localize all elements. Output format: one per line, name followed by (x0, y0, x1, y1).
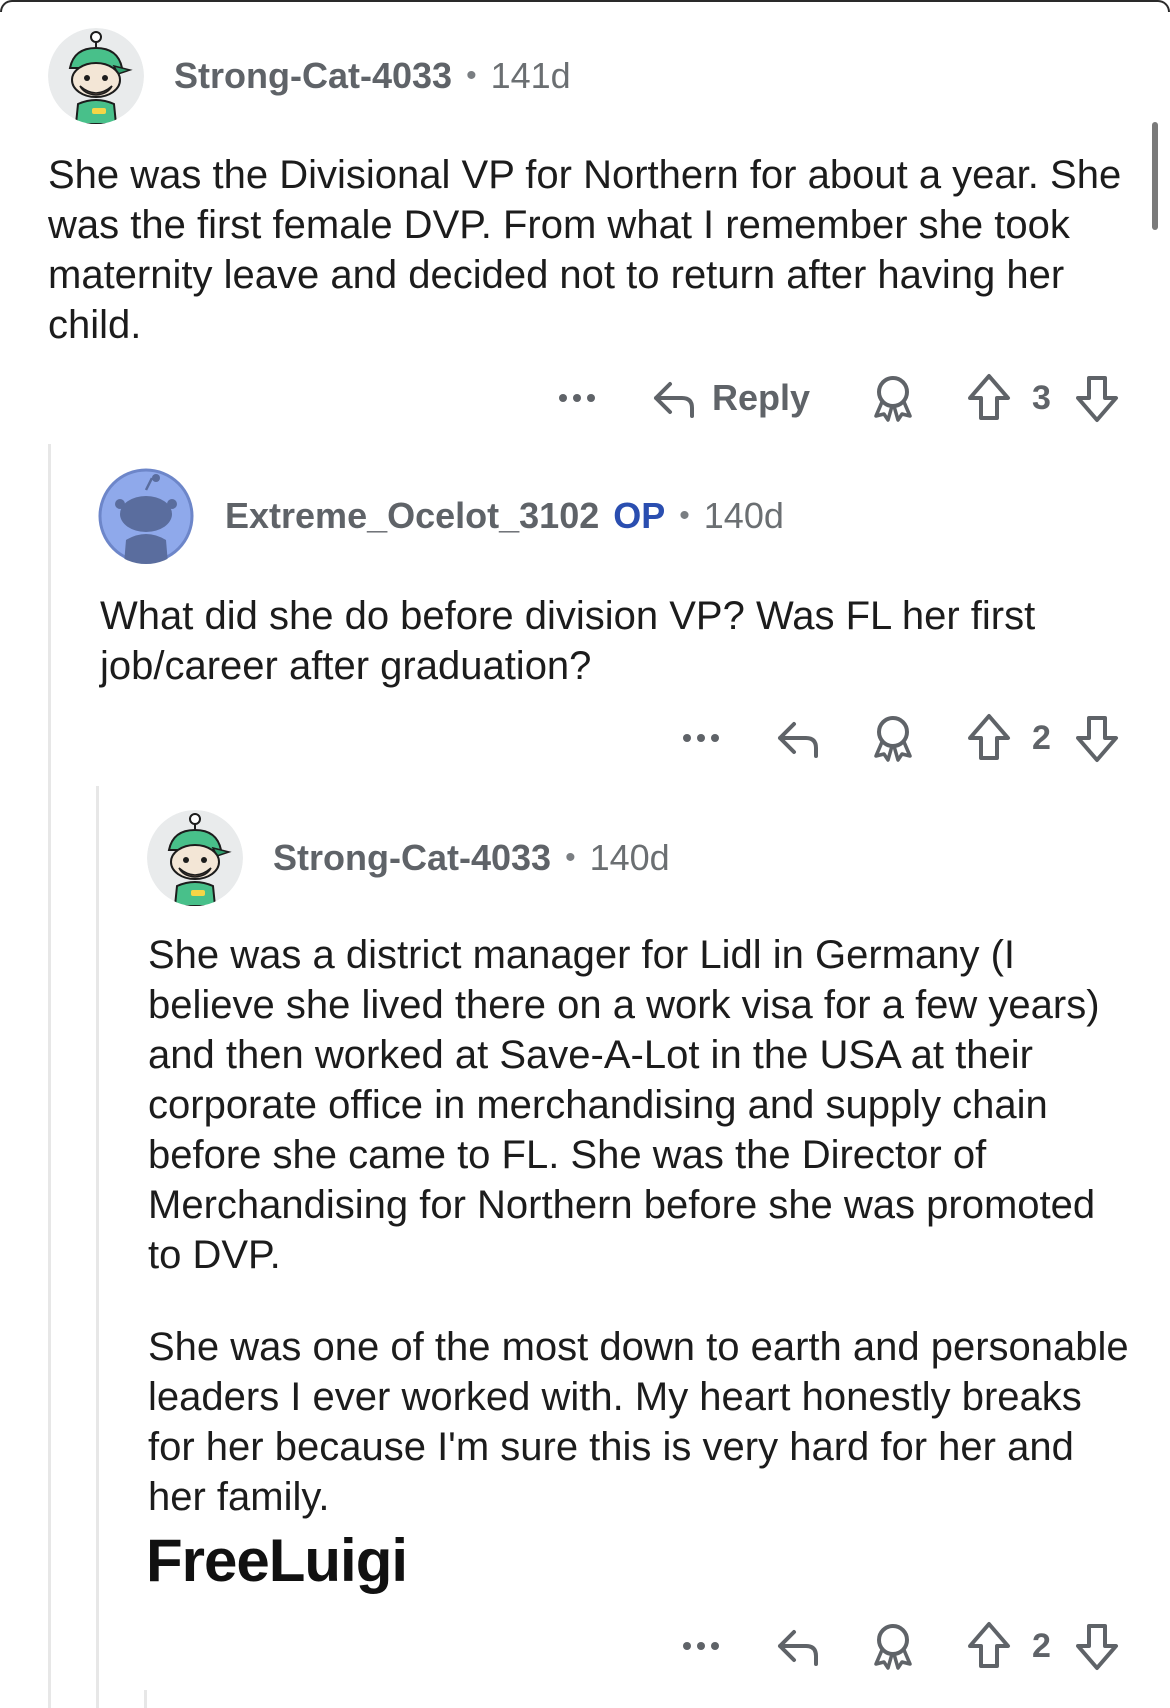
more-options-button[interactable] (680, 708, 722, 768)
reply-arrow-icon (778, 722, 818, 758)
thread-line-level-1[interactable] (48, 444, 51, 1708)
award-icon (874, 1624, 912, 1670)
comment-body: She was a district manager for Lidl in G… (148, 930, 1138, 1522)
vote-score: 2 (1032, 1616, 1051, 1676)
thread-line-level-3[interactable] (144, 1690, 147, 1708)
op-badge: OP (613, 495, 666, 536)
comment-actions: Reply 3 (0, 368, 1170, 428)
comment-actions: 2 (0, 708, 1170, 768)
scrollbar-thumb[interactable] (1152, 122, 1158, 230)
downvote-arrow-icon (1076, 716, 1118, 762)
comment-paragraph: She was one of the most down to earth an… (148, 1325, 1129, 1519)
reply-button[interactable]: Reply (650, 368, 810, 428)
comment-body: What did she do before division VP? Was … (100, 591, 1140, 691)
thread-line-level-2[interactable] (96, 786, 99, 1708)
comment-body: She was the Divisional VP for Northern f… (48, 150, 1138, 350)
upvote-arrow-icon (968, 714, 1010, 760)
comment-actions: 2 (0, 1616, 1170, 1676)
snoo-avatar-icon (147, 810, 243, 906)
comment-meta: Extreme_Ocelot_3102 OP • 140d (225, 492, 784, 540)
comment-paragraph: She was the Divisional VP for Northern f… (48, 153, 1122, 347)
screen-frame-edge (0, 0, 1170, 12)
more-dots-icon (683, 1642, 719, 1650)
snoo-green-cap-avatar[interactable] (147, 810, 243, 906)
upvote-button[interactable] (966, 368, 1012, 428)
upvote-arrow-icon (968, 374, 1010, 420)
downvote-button[interactable] (1074, 708, 1120, 768)
reply-arrow-icon (654, 382, 694, 418)
more-dots-icon (559, 394, 595, 402)
signature-text: FreeLuigi (146, 1527, 408, 1594)
upvote-arrow-icon (968, 1622, 1010, 1668)
default-snoo-icon (98, 468, 194, 564)
vote-score: 2 (1032, 708, 1051, 768)
meta-separator: • (565, 841, 576, 874)
downvote-arrow-icon (1076, 1624, 1118, 1670)
meta-separator: • (679, 499, 690, 532)
upvote-button[interactable] (966, 708, 1012, 768)
score-value: 2 (1032, 1626, 1051, 1665)
award-button[interactable] (870, 368, 916, 428)
downvote-button[interactable] (1074, 1616, 1120, 1676)
comment-meta: Strong-Cat-4033 • 141d (174, 52, 571, 100)
vote-score: 3 (1032, 368, 1051, 428)
more-dots-icon (683, 734, 719, 742)
score-value: 2 (1032, 718, 1051, 757)
comment-age: 141d (490, 55, 571, 96)
more-options-button[interactable] (556, 368, 598, 428)
default-snoo-avatar[interactable] (98, 468, 194, 564)
comment-paragraph: She was a district manager for Lidl in G… (148, 933, 1100, 1277)
username[interactable]: Strong-Cat-4033 (174, 55, 452, 97)
award-icon (874, 376, 912, 422)
reply-arrow-icon (778, 1630, 818, 1666)
award-button[interactable] (870, 708, 916, 768)
downvote-arrow-icon (1076, 376, 1118, 422)
award-icon (874, 716, 912, 762)
snoo-green-cap-avatar[interactable] (48, 28, 144, 124)
score-value: 3 (1032, 378, 1051, 417)
username[interactable]: Strong-Cat-4033 (273, 837, 551, 879)
downvote-button[interactable] (1074, 368, 1120, 428)
snoo-avatar-icon (48, 28, 144, 124)
comment-paragraph: What did she do before division VP? Was … (100, 594, 1036, 688)
reply-button[interactable] (774, 1616, 822, 1676)
comment-age: 140d (589, 837, 670, 878)
more-options-button[interactable] (680, 1616, 722, 1676)
upvote-button[interactable] (966, 1616, 1012, 1676)
comment-age: 140d (703, 495, 784, 536)
username[interactable]: Extreme_Ocelot_3102 (225, 495, 599, 537)
meta-separator: • (466, 59, 477, 92)
award-button[interactable] (870, 1616, 916, 1676)
comment-meta: Strong-Cat-4033 • 140d (273, 834, 670, 882)
reply-button[interactable] (774, 708, 822, 768)
reply-label: Reply (712, 377, 811, 418)
